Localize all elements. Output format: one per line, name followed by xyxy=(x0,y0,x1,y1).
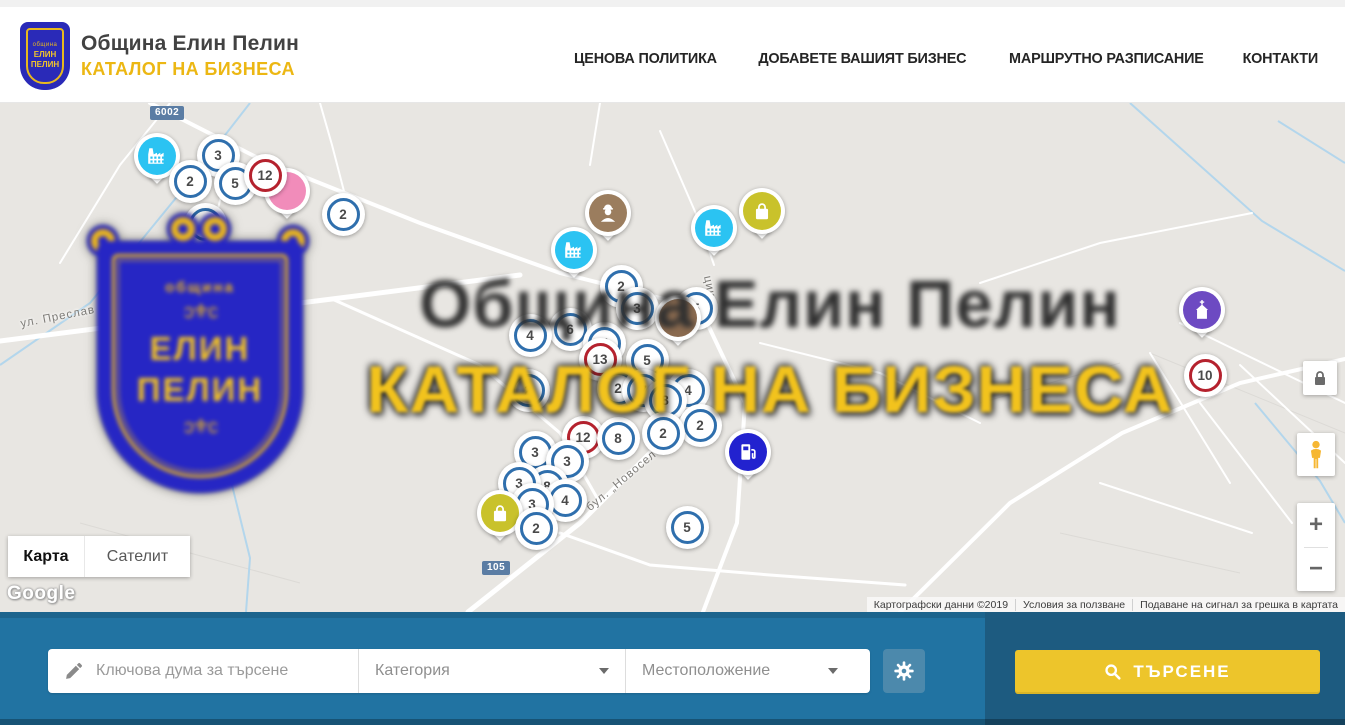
cluster-marker[interactable]: 2 xyxy=(507,369,550,412)
bag-icon xyxy=(743,192,781,230)
category-select-label: Категория xyxy=(375,662,599,680)
cluster-count: 2 xyxy=(327,198,360,231)
site-subtitle: КАТАЛОГ НА БИЗНЕСА xyxy=(81,59,299,80)
map-type-control: Карта Сателит xyxy=(8,536,190,577)
cluster-marker[interactable]: 12 xyxy=(244,154,287,197)
cluster-count: 2 xyxy=(520,512,553,545)
category-select[interactable]: Категория xyxy=(358,649,625,693)
keyword-section xyxy=(48,649,358,693)
gear-icon xyxy=(893,660,915,682)
location-select-label: Местоположение xyxy=(642,662,828,680)
attribution-copyright: Картографски данни ©2019 xyxy=(867,599,1015,611)
crest-top-text: община xyxy=(33,42,58,48)
cluster-count: 2 xyxy=(174,165,207,198)
search-button-label: ТЪРСЕНЕ xyxy=(1133,662,1230,682)
cluster-count: 5 xyxy=(671,511,704,544)
cluster-marker[interactable]: 2 xyxy=(515,507,558,550)
chevron-down-icon xyxy=(599,668,609,674)
cluster-marker[interactable]: 2 xyxy=(322,193,365,236)
bag-icon xyxy=(481,494,519,532)
poi-marker-factory[interactable] xyxy=(690,205,738,265)
cluster-marker[interactable]: 2 xyxy=(679,404,722,447)
road-shield: 6002 xyxy=(150,106,184,120)
cluster-count: 2 xyxy=(512,374,545,407)
fuel-icon xyxy=(729,433,767,471)
cluster-marker[interactable]: 8 xyxy=(597,417,640,460)
advanced-search-button[interactable] xyxy=(883,649,925,693)
dot-icon xyxy=(659,299,697,337)
cluster-count: 2 xyxy=(647,417,680,450)
church-icon xyxy=(1183,291,1221,329)
header: община ЕЛИНПЕЛИН Община Елин Пелин КАТАЛ… xyxy=(0,0,1345,103)
search-button[interactable]: ТЪРСЕНЕ xyxy=(1015,650,1320,694)
cluster-marker[interactable]: 10 xyxy=(1184,354,1227,397)
poi-marker-fuel[interactable] xyxy=(724,429,772,489)
municipality-crest-icon: община ЕЛИНПЕЛИН xyxy=(22,24,68,88)
search-input-group: Категория Местоположение xyxy=(48,649,870,693)
lock-icon xyxy=(1310,368,1330,388)
location-select[interactable]: Местоположение xyxy=(625,649,854,693)
search-icon xyxy=(1104,663,1122,681)
zoom-control: + − xyxy=(1297,503,1335,591)
google-logo[interactable]: Google xyxy=(7,583,75,605)
pegman-icon xyxy=(1304,440,1328,470)
lock-button[interactable] xyxy=(1303,361,1337,395)
nav-add-business[interactable]: ДОБАВЕТЕ ВАШИЯТ БИЗНЕС xyxy=(758,50,966,67)
factory-icon xyxy=(138,137,176,175)
poi-marker-bag[interactable] xyxy=(738,188,786,248)
cluster-count: 6 xyxy=(554,313,587,346)
cluster-marker[interactable]: 2 xyxy=(642,412,685,455)
nav-bus-schedule[interactable]: МАРШРУТНО РАЗПИСАНИЕ xyxy=(1009,50,1204,67)
cluster-marker[interactable]: 2 xyxy=(169,160,212,203)
poi-marker-church[interactable] xyxy=(1178,287,1226,347)
map-type-map-button[interactable]: Карта xyxy=(8,536,85,577)
zoom-out-button[interactable]: − xyxy=(1297,548,1335,591)
zoom-in-button[interactable]: + xyxy=(1297,504,1335,547)
markers-layer: 32512223564713522748212823338432510 xyxy=(0,103,1345,612)
road-shield: 105 xyxy=(482,561,510,575)
nav-pricing[interactable]: ЦЕНОВА ПОЛИТИКА xyxy=(574,50,717,67)
brand-logo[interactable]: община ЕЛИНПЕЛИН Община Елин Пелин КАТАЛ… xyxy=(22,24,299,88)
map-attribution: Картографски данни ©2019 Условия за полз… xyxy=(867,597,1345,612)
cluster-count: 8 xyxy=(602,422,635,455)
map-type-satellite-button[interactable]: Сателит xyxy=(85,536,190,577)
brand-text: Община Елин Пелин КАТАЛОГ НА БИЗНЕСА xyxy=(81,32,299,80)
cluster-count: 2 xyxy=(684,409,717,442)
cluster-count: 4 xyxy=(514,319,547,352)
cluster-count: 3 xyxy=(621,292,654,325)
map-canvas[interactable]: 6002 105 ул. Преслав бул. „Новосел ции 3… xyxy=(0,103,1345,612)
cluster-marker[interactable] xyxy=(184,203,227,246)
nav-contacts[interactable]: КОНТАКТИ xyxy=(1243,50,1318,67)
cluster-marker[interactable]: 5 xyxy=(666,506,709,549)
site-title: Община Елин Пелин xyxy=(81,32,299,56)
cluster-marker[interactable]: 4 xyxy=(509,314,552,357)
factory-icon xyxy=(695,209,733,247)
cluster-count: 12 xyxy=(249,159,282,192)
street-view-pegman[interactable] xyxy=(1297,433,1335,476)
cluster-count: 10 xyxy=(1189,359,1222,392)
search-bar: Категория Местоположение xyxy=(0,612,1345,725)
report-error-link[interactable]: Подаване на сигнал за грешка в картата xyxy=(1132,599,1345,611)
pencil-icon xyxy=(64,662,83,681)
terms-link[interactable]: Условия за ползване xyxy=(1015,599,1132,611)
keyword-search-input[interactable] xyxy=(83,662,358,680)
poi-marker-factory[interactable] xyxy=(550,227,598,287)
factory-icon xyxy=(555,231,593,269)
cluster-marker[interactable]: 3 xyxy=(616,287,659,330)
main-nav: ЦЕНОВА ПОЛИТИКА ДОБАВЕТЕ ВАШИЯТ БИЗНЕС М… xyxy=(571,7,1320,110)
cluster-count xyxy=(189,208,222,241)
crest-name-text: ЕЛИНПЕЛИН xyxy=(31,50,59,70)
chevron-down-icon xyxy=(828,668,838,674)
